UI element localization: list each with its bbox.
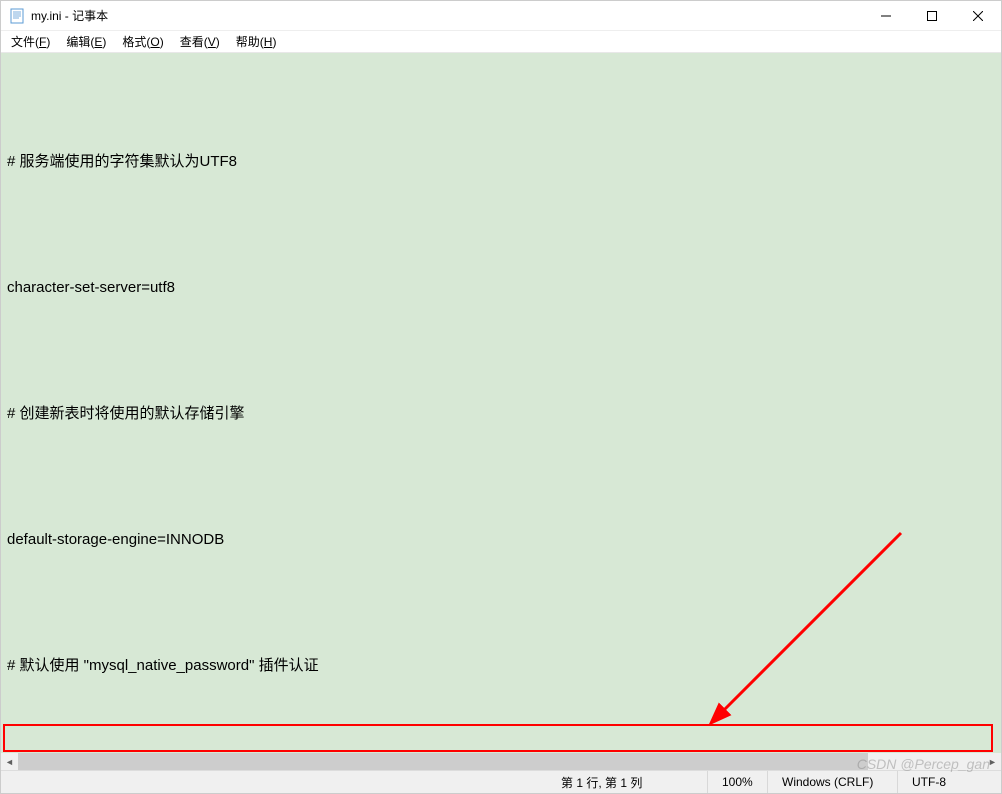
menubar: 文件(F) 编辑(E) 格式(O) 查看(V) 帮助(H) xyxy=(1,31,1001,53)
status-zoom: 100% xyxy=(707,771,767,793)
menu-edit[interactable]: 编辑(E) xyxy=(58,31,114,52)
scroll-right-button[interactable]: ► xyxy=(984,753,1001,770)
window-controls xyxy=(863,1,1001,30)
menu-format[interactable]: 格式(O) xyxy=(114,31,171,52)
editor-line: default-storage-engine=INNODB xyxy=(7,519,995,561)
text-editor[interactable]: # 服务端使用的字符集默认为UTF8 character-set-server=… xyxy=(1,53,1001,753)
menu-help[interactable]: 帮助(H) xyxy=(228,31,285,52)
maximize-button[interactable] xyxy=(909,1,955,30)
window-title: my.ini - 记事本 xyxy=(31,7,863,24)
scroll-track[interactable] xyxy=(18,753,984,770)
status-position: 第 1 行, 第 1 列 xyxy=(547,771,707,793)
scroll-left-button[interactable]: ◄ xyxy=(1,753,18,770)
minimize-button[interactable] xyxy=(863,1,909,30)
editor-line: # 创建新表时将使用的默认存储引擎 xyxy=(7,393,995,435)
editor-line: character-set-server=utf8 xyxy=(7,267,995,309)
notepad-window: my.ini - 记事本 文件(F) 编辑(E) 格式(O) 查看(V) 帮助(… xyxy=(0,0,1002,794)
close-icon xyxy=(973,11,983,21)
minimize-icon xyxy=(881,11,891,21)
editor-line: # 服务端使用的字符集默认为UTF8 xyxy=(7,141,995,183)
menu-file[interactable]: 文件(F) xyxy=(3,31,58,52)
close-button[interactable] xyxy=(955,1,1001,30)
status-line-ending: Windows (CRLF) xyxy=(767,771,897,793)
editor-line: # 默认使用 "mysql_native_password" 插件认证 xyxy=(7,645,995,687)
status-encoding: UTF-8 xyxy=(897,771,997,793)
menu-view[interactable]: 查看(V) xyxy=(172,31,228,52)
notepad-icon xyxy=(9,8,25,24)
titlebar: my.ini - 记事本 xyxy=(1,1,1001,31)
maximize-icon xyxy=(927,11,937,21)
statusbar: 第 1 行, 第 1 列 100% Windows (CRLF) UTF-8 xyxy=(1,770,1001,793)
scroll-thumb[interactable] xyxy=(18,753,868,770)
content-area: # 服务端使用的字符集默认为UTF8 character-set-server=… xyxy=(1,53,1001,770)
horizontal-scrollbar[interactable]: ◄ ► xyxy=(1,753,1001,770)
